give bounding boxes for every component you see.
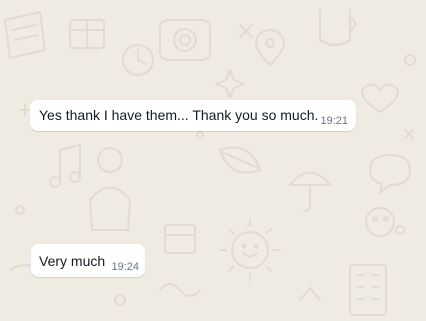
heart-doodle-icon — [361, 83, 399, 113]
cup-doodle-icon — [319, 9, 356, 46]
camera-doodle-icon — [159, 19, 211, 61]
face-doodle-icon — [365, 207, 395, 237]
building-doodle-icon — [349, 264, 387, 316]
sparkle-doodle-icon — [215, 69, 245, 99]
message-timestamp: 19:21 — [320, 115, 348, 127]
person-doodle-icon — [89, 147, 131, 231]
message-bubble[interactable]: Yes thank I have them... Thank you so mu… — [30, 100, 356, 131]
location-pin-doodle-icon — [255, 29, 285, 66]
chat-bubble-doodle-icon — [369, 154, 411, 194]
sun-doodle-icon — [219, 219, 281, 281]
message-timestamp: 19:24 — [111, 261, 139, 273]
book-doodle-icon — [4, 11, 46, 59]
umbrella-doodle-icon — [289, 171, 331, 212]
leaf-doodle-icon — [219, 146, 261, 174]
box-doodle-icon — [164, 224, 196, 254]
message-text: Yes thank I have them... Thank you so mu… — [39, 107, 319, 123]
message-bubble[interactable]: Very much 19:24 — [31, 244, 145, 277]
music-note-doodle-icon — [49, 144, 81, 188]
message-text: Very much — [39, 253, 106, 269]
cross-doodle-icon — [239, 24, 253, 38]
gift-doodle-icon — [69, 19, 105, 49]
clock-doodle-icon — [122, 44, 154, 76]
